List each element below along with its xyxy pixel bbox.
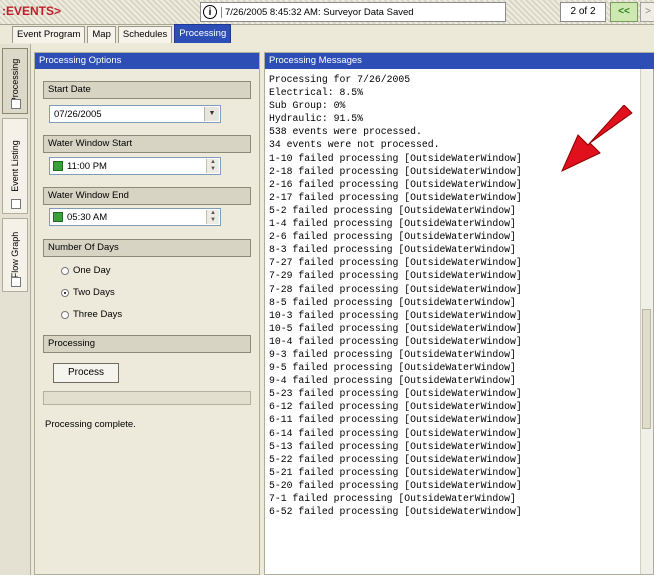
radio-one-day[interactable]: One Day [61, 265, 111, 276]
message-line: 2-17 failed processing [OutsideWaterWind… [269, 191, 522, 203]
message-line: 7-27 failed processing [OutsideWaterWind… [269, 257, 522, 269]
spinner-icon[interactable]: ▲ ▼ [206, 210, 219, 224]
next-button[interactable]: > [640, 2, 654, 22]
processing-icon [11, 99, 21, 109]
message-line: 10-4 failed processing [OutsideWaterWind… [269, 335, 522, 347]
message-line: 9-3 failed processing [OutsideWaterWindo… [269, 348, 516, 360]
chevron-down-icon[interactable]: ▼ [204, 107, 219, 121]
message-line: 5-23 failed processing [OutsideWaterWind… [269, 388, 522, 400]
status-box: i 7/26/2005 8:45:32 AM: Surveyor Data Sa… [200, 2, 506, 22]
main-tabs: Event Program Map Schedules Processing [12, 24, 233, 44]
processing-messages-header: Processing Messages [265, 53, 654, 69]
radio-one-day-label: One Day [73, 265, 111, 276]
message-line: 8-3 failed processing [OutsideWaterWindo… [269, 244, 516, 256]
list-icon [11, 199, 21, 209]
start-date-value: 07/26/2005 [54, 108, 102, 120]
tab-map[interactable]: Map [87, 26, 116, 43]
message-line: 6-11 failed processing [OutsideWaterWind… [269, 414, 522, 426]
message-line: 10-5 failed processing [OutsideWaterWind… [269, 322, 522, 334]
previous-button[interactable]: << [610, 2, 638, 22]
app-title: :EVENTS> [2, 4, 62, 18]
processing-label: Processing [43, 335, 251, 353]
red-arrow-annotation [560, 105, 633, 173]
side-tab-strip: Processing Event Listing Flow Graph [0, 44, 31, 575]
message-line: 5-20 failed processing [OutsideWaterWind… [269, 479, 522, 491]
top-bar: :EVENTS> i 7/26/2005 8:45:32 AM: Surveyo… [0, 0, 654, 25]
message-line: 10-3 failed processing [OutsideWaterWind… [269, 309, 522, 321]
check-icon [53, 212, 63, 222]
message-line: Processing for 7/26/2005 [269, 74, 411, 85]
message-line: 2-16 failed processing [OutsideWaterWind… [269, 178, 522, 190]
message-line: 6-12 failed processing [OutsideWaterWind… [269, 401, 522, 413]
message-line: 5-2 failed processing [OutsideWaterWindo… [269, 204, 516, 216]
check-icon [53, 161, 63, 171]
message-line: 5-13 failed processing [OutsideWaterWind… [269, 440, 522, 452]
water-window-start-value: 11:00 PM [67, 160, 107, 172]
processing-options-panel: Processing Options Start Date 07/26/2005… [34, 52, 260, 575]
progress-bar [43, 391, 251, 405]
radio-button-icon [61, 310, 69, 319]
radio-two-days[interactable]: Two Days [61, 287, 115, 298]
processing-status: Processing complete. [45, 419, 136, 430]
radio-button-icon [61, 266, 69, 275]
tab-schedules[interactable]: Schedules [117, 26, 173, 43]
number-of-days-label: Number Of Days [43, 239, 251, 257]
scroll-thumb[interactable] [642, 309, 651, 429]
message-line: 9-5 failed processing [OutsideWaterWindo… [269, 362, 516, 374]
message-line: Electrical: 8.5% [269, 87, 364, 99]
vertical-scrollbar[interactable] [640, 69, 653, 574]
radio-three-days[interactable]: Three Days [61, 309, 122, 320]
message-line: 2-6 failed processing [OutsideWaterWindo… [269, 231, 516, 243]
message-line: 8-5 failed processing [OutsideWaterWindo… [269, 296, 516, 308]
side-tab-flow-graph-label: Flow Graph [10, 231, 20, 279]
spinner-icon[interactable]: ▲ ▼ [206, 159, 219, 173]
water-window-end-input[interactable]: 05:30 AM ▲ ▼ [49, 208, 221, 226]
side-tab-event-listing-label: Event Listing [10, 140, 20, 192]
message-line: 5-21 failed processing [OutsideWaterWind… [269, 466, 522, 478]
message-line: 7-28 failed processing [OutsideWaterWind… [269, 283, 522, 295]
side-tab-event-listing[interactable]: Event Listing [2, 118, 28, 214]
side-tab-processing-label: Processing [10, 58, 20, 104]
message-line: 7-29 failed processing [OutsideWaterWind… [269, 270, 522, 282]
message-line: 6-52 failed processing [OutsideWaterWind… [269, 506, 522, 518]
water-window-start-input[interactable]: 11:00 PM ▲ ▼ [49, 157, 221, 175]
message-line: 5-22 failed processing [OutsideWaterWind… [269, 453, 522, 465]
message-line: 7-1 failed processing [OutsideWaterWindo… [269, 493, 516, 504]
side-tab-flow-graph[interactable]: Flow Graph [2, 218, 28, 292]
page-indicator: 2 of 2 [560, 2, 606, 22]
status-text: 7/26/2005 8:45:32 AM: Surveyor Data Save… [221, 6, 414, 18]
water-window-end-label: Water Window End [43, 187, 251, 205]
processing-options-header: Processing Options [35, 53, 259, 69]
radio-two-days-label: Two Days [73, 287, 115, 298]
message-line: 1-4 failed processing [OutsideWaterWindo… [269, 218, 516, 230]
message-line: 9-4 failed processing [OutsideWaterWindo… [269, 375, 516, 387]
side-tab-processing[interactable]: Processing [2, 48, 28, 114]
water-window-end-value: 05:30 AM [67, 211, 108, 223]
info-icon: i [203, 5, 217, 19]
start-date-label: Start Date [43, 81, 251, 99]
water-window-start-label: Water Window Start [43, 135, 251, 153]
graph-icon [11, 277, 21, 287]
message-line: 6-14 failed processing [OutsideWaterWind… [269, 427, 522, 439]
process-button[interactable]: Process [53, 363, 119, 383]
radio-three-days-label: Three Days [73, 309, 123, 320]
tab-event-program[interactable]: Event Program [12, 26, 86, 43]
radio-button-selected-icon [61, 288, 69, 297]
tab-processing[interactable]: Processing [174, 24, 232, 43]
start-date-dropdown[interactable]: 07/26/2005 ▼ [49, 105, 221, 123]
